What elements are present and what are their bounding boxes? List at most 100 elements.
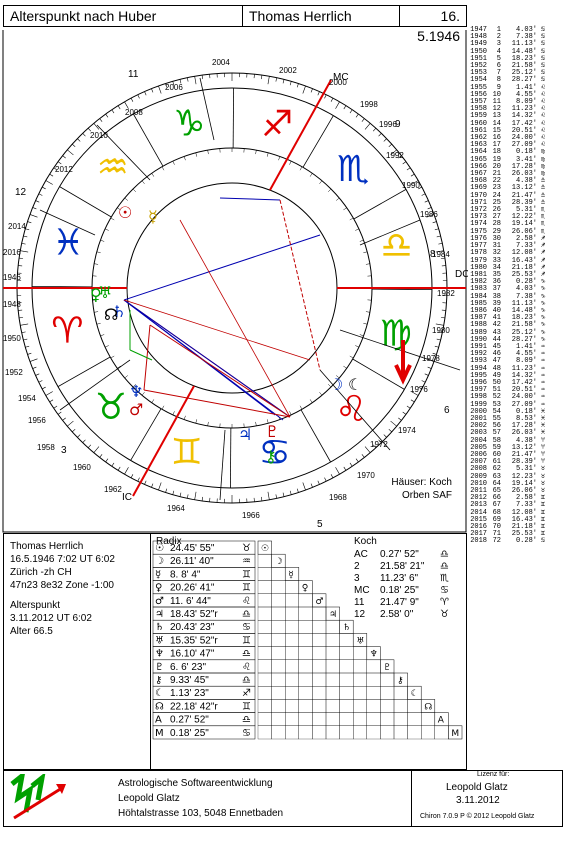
tick-mark <box>32 207 37 210</box>
tick-mark <box>62 417 66 421</box>
radix-sign: ♎ <box>242 715 251 726</box>
inner-tick <box>309 173 313 177</box>
sign-boundary <box>59 186 112 218</box>
grid-cell <box>339 699 354 713</box>
radix-position: 18.43' 52"r <box>170 609 218 620</box>
inner-tick <box>94 263 99 265</box>
year-mark: 1964 <box>167 504 185 513</box>
grid-cell <box>393 712 408 726</box>
grid-cell <box>312 725 327 740</box>
radix-sign: ♊ <box>242 583 251 594</box>
tick-mark <box>421 380 426 383</box>
zodiac-sign-glyph: ♎ <box>380 225 412 266</box>
grid-cell <box>366 699 381 713</box>
grid-cell <box>353 725 367 740</box>
grid-cell <box>312 659 327 674</box>
tick-mark <box>440 317 445 319</box>
grid-cell <box>257 633 272 647</box>
grid-diagonal-glyph: ☉ <box>261 544 269 554</box>
year-mark: 1990 <box>402 181 420 190</box>
inner-tick <box>195 419 198 424</box>
grid-cell <box>257 567 272 581</box>
grid-diagonal-glyph: ♂ <box>315 597 323 607</box>
grid-cell <box>298 699 313 713</box>
tick-mark <box>296 488 299 493</box>
tick-mark <box>105 113 109 118</box>
tick-mark <box>343 466 347 471</box>
tick-mark <box>330 474 334 478</box>
grid-cell <box>285 633 299 647</box>
radix-planet: ☊ <box>155 701 164 712</box>
year-mark: 2000 <box>329 78 347 87</box>
tick-mark <box>67 149 74 156</box>
tick-mark <box>20 250 29 253</box>
grid-cell <box>312 606 327 621</box>
grid-cell <box>285 712 299 726</box>
grid-cell <box>257 606 272 621</box>
zodiac-sign-glyph: ♓ <box>52 223 84 264</box>
grid-cell <box>271 567 286 581</box>
radix-planet: ☾ <box>155 688 164 699</box>
koch-label: 2 <box>354 561 360 572</box>
koch-label: AC <box>354 549 368 560</box>
year-mark: 1972 <box>370 440 388 449</box>
radix-sign: ♌ <box>242 596 251 607</box>
radix-planet: M <box>155 728 164 739</box>
inner-tick <box>299 405 303 410</box>
koch-sign: ♋ <box>440 585 449 596</box>
inner-tick <box>94 311 99 313</box>
grid-cell <box>407 699 422 713</box>
tick-mark <box>82 133 86 137</box>
tick-mark <box>261 75 263 80</box>
inner-tick <box>355 228 359 231</box>
radix-position: 26.11' 40" <box>170 556 214 567</box>
tick-mark <box>45 391 53 396</box>
planet-glyph: ☉ <box>118 203 132 222</box>
inner-tick <box>309 399 313 403</box>
koch-sign: ♉ <box>440 609 449 620</box>
grid-cell <box>366 659 381 674</box>
grid-cell <box>312 686 327 700</box>
planet-glyph: ☿ <box>148 207 158 226</box>
grid-cell <box>271 699 286 713</box>
tick-mark <box>57 411 62 415</box>
grid-diagonal-glyph: ♅ <box>356 636 364 646</box>
radix-position: 22.18' 42"r <box>170 701 218 712</box>
footer-address: Höhtalstrasse 103, 5048 Ennetbaden <box>118 808 284 819</box>
tick-mark <box>144 91 147 96</box>
radix-sign: ♎ <box>242 609 251 620</box>
grid-diagonal-glyph: ♄ <box>343 623 351 633</box>
grid-cell <box>257 686 272 700</box>
houses-label: Häuser: Koch <box>391 477 452 488</box>
grid-cell <box>393 686 408 700</box>
grid-diagonal-glyph: M <box>451 729 459 739</box>
grid-cell <box>339 672 354 687</box>
info-ap-date: 3.11.2012 UT 6:02 <box>10 613 92 624</box>
tick-mark <box>151 88 154 93</box>
inner-tick <box>278 156 281 161</box>
year-mark: 1960 <box>73 463 91 472</box>
koch-sign: ♎ <box>440 549 449 560</box>
axis-label: 12 <box>15 187 27 198</box>
grid-diagonal-glyph: ♆ <box>370 650 378 660</box>
grid-diagonal-glyph: ☽ <box>275 557 283 567</box>
tick-mark <box>137 477 140 482</box>
planet-glyph: ♆ <box>129 382 143 401</box>
year-mark: 1982 <box>437 289 455 298</box>
planet-glyph: ♂ <box>129 400 143 419</box>
grid-diagonal-glyph: ☿ <box>288 570 294 580</box>
radix-sign: ♋ <box>242 728 251 739</box>
grid-cell <box>285 672 299 687</box>
grid-cell <box>257 659 272 674</box>
radix-position: 11. 6' 44" <box>170 596 211 607</box>
radix-planet: ♆ <box>155 649 164 660</box>
radix-planet: ♇ <box>155 662 164 673</box>
grid-cell <box>380 725 395 740</box>
tick-mark <box>93 446 100 453</box>
grid-cell <box>298 646 313 660</box>
koch-position: 0.27' 52" <box>380 549 419 560</box>
grid-cell <box>366 712 381 726</box>
licence-date: 3.11.2012 <box>456 795 500 806</box>
tick-mark <box>32 366 37 369</box>
inner-tick <box>363 251 368 254</box>
